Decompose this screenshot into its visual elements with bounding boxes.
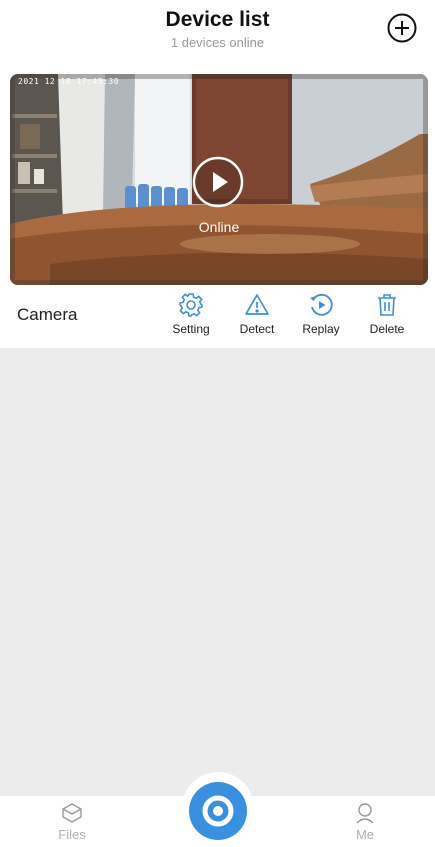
device-name: Camera — [17, 305, 78, 324]
detect-label: Detect — [239, 322, 275, 336]
setting-button[interactable]: Setting — [161, 292, 221, 336]
play-icon — [192, 156, 244, 208]
camera-preview[interactable]: 2021 12 18 17:45:30 Online — [10, 74, 428, 285]
video-timestamp: 2021 12 18 17:45:30 — [18, 77, 120, 86]
replay-button[interactable]: Replay — [291, 292, 351, 336]
device-status: Online — [198, 219, 240, 235]
device-list-empty-area — [0, 348, 435, 795]
app-header: Device list 1 devices online — [0, 0, 435, 62]
replay-label: Replay — [302, 322, 340, 336]
replay-icon — [310, 293, 333, 316]
add-device-button[interactable] — [386, 12, 418, 44]
page-title: Device list — [165, 8, 270, 31]
delete-button[interactable]: Delete — [357, 292, 417, 336]
box-icon — [62, 803, 82, 823]
camera-lens-icon — [202, 795, 234, 827]
online-count: 1 devices online — [170, 35, 265, 50]
me-label: Me — [355, 827, 375, 842]
live-camera-button[interactable] — [189, 782, 247, 840]
setting-label: Setting — [172, 322, 210, 336]
nav-files[interactable]: Files — [42, 802, 102, 842]
plus-circle-icon — [387, 13, 417, 43]
warning-icon — [245, 294, 269, 315]
play-button[interactable] — [192, 156, 244, 208]
device-row: Camera Setting Detect Replay Delete — [0, 288, 435, 346]
gear-icon — [179, 293, 203, 317]
delete-label: Delete — [369, 322, 405, 336]
detect-button[interactable]: Detect — [227, 292, 287, 336]
files-label: Files — [58, 827, 86, 842]
trash-icon — [378, 294, 396, 316]
user-icon — [356, 803, 374, 824]
nav-me[interactable]: Me — [335, 802, 395, 842]
